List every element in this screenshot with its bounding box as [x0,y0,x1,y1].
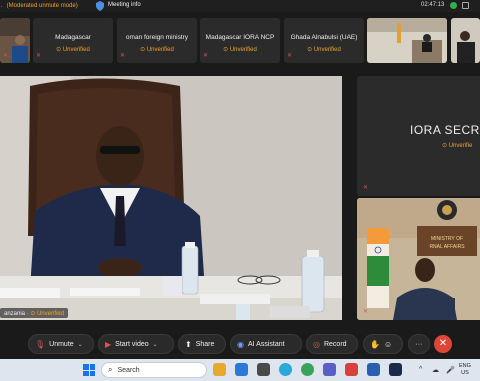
participant-status: ⊙ Unverified [140,47,174,53]
acrobat-icon[interactable] [345,363,358,376]
participant-strip: ✕ Madagascar ⊙ Unverified ✕ oman foreign… [0,14,480,64]
search-placeholder: Search [117,366,140,374]
participant-name: oman foreign ministry [125,34,189,41]
mic-muted-icon: ✕ [287,53,293,59]
windows-taskbar: ⌕ Search ^ ☁ 🎤 ENG US [0,359,480,381]
windows-start-icon[interactable] [83,364,95,376]
mic-muted-icon: ✕ [36,53,42,59]
input-language[interactable]: ENG US [459,363,471,377]
participant-tile-1[interactable]: Madagascar ⊙ Unverified ✕ [33,18,113,63]
meeting-info-link[interactable]: Meeting info [108,2,141,8]
mic-muted-icon: ✕ [203,53,209,59]
end-meeting-button[interactable]: ✕ [434,335,452,353]
record-label: Record [323,340,347,348]
participant-name: Madagascar [55,34,91,41]
participant-tile-video[interactable]: ✕ [0,18,30,63]
share-button[interactable]: ⬆ Share [178,334,226,354]
ai-assistant-label: AI Assistant [247,340,285,348]
participant-name: IORA SECRET [410,123,480,137]
participant-tile-2[interactable]: oman foreign ministry ⊙ Unverified ✕ [117,18,197,63]
cloud-icon[interactable]: ☁ [432,366,439,374]
mode-prefix: . [1,3,3,9]
participant-status: ⊙ Unverifie [442,143,473,149]
search-icon: ⌕ [108,365,113,374]
more-label: ··· [415,340,423,348]
mic-muted-icon: ✕ [363,185,369,191]
ai-assistant-icon: ◉ [237,339,244,349]
control-bar: 🎙 Unmute ⌄ ▶ Start video ⌄ ⬆ Share ◉ AI … [0,330,480,356]
meeting-app-icon[interactable] [389,363,402,376]
speaker-name-badge: anzania · ⊙ Unverified [0,308,69,318]
share-icon: ⬆ [185,339,192,349]
layout-icon[interactable] [462,2,469,9]
video-off-icon: ▶ [105,339,112,349]
moderated-mode-label: (Moderated unmute mode) [6,3,78,9]
participant-video-thumbnail [367,18,447,63]
mic-off-icon: 🎙 [35,339,46,349]
participant-video-thumbnail [451,18,480,63]
meeting-window: . (Moderated unmute mode) Meeting info 0… [0,0,480,381]
participant-status: ⊙ Unverified [307,47,341,53]
participant-tile-video-4[interactable]: MINISTRY OF RNAL AFFAIRS ✕ [357,198,480,320]
mic-muted-icon: ✕ [363,309,369,315]
share-label: Share [195,340,215,348]
record-button[interactable]: ◎ Record [306,334,358,354]
chevron-down-icon[interactable]: ⌄ [153,341,158,348]
start-video-label: Start video [115,340,149,348]
edge-icon[interactable] [279,363,292,376]
mic-tray-icon[interactable]: 🎤 [446,366,455,374]
participant-tile-video-3[interactable] [451,18,480,63]
participant-status: ⊙ Unverified [56,47,90,53]
speaker-status: ⊙ Unverified [30,311,65,317]
record-icon: ◎ [313,339,320,349]
top-bar: . (Moderated unmute mode) Meeting info 0… [0,0,480,12]
unmute-label: Unmute [49,340,74,348]
more-options-button[interactable]: ··· [408,334,430,354]
participant-tile-3[interactable]: Madagascar IORA NCP ⊙ Unverified ✕ [200,18,280,63]
shield-icon[interactable] [96,1,104,11]
unmute-button[interactable]: 🎙 Unmute ⌄ [28,334,94,354]
outlook-icon[interactable] [235,363,248,376]
region-code: US [461,370,469,376]
participant-status: ⊙ Unverified [223,47,257,53]
teams-icon[interactable] [323,363,336,376]
speaker-name: anzania [4,311,26,317]
mic-muted-icon: ✕ [120,53,126,59]
chrome-icon[interactable] [301,363,314,376]
mic-muted-icon: ✕ [3,53,9,59]
main-speaker-video[interactable]: anzania · ⊙ Unverified [0,76,342,320]
participant-tile-4[interactable]: Ghada Alnabulsi (UAE) ⊙ Unverified ✕ [284,18,364,63]
raise-hand-icon[interactable]: ✋ [370,340,380,349]
meeting-clock: 02:47:13 [421,2,445,8]
chevron-up-icon[interactable]: ^ [419,366,422,373]
store-icon[interactable] [257,363,270,376]
ai-assistant-button[interactable]: ◉ AI Assistant [230,334,302,354]
emoji-icon[interactable]: ☺ [384,340,392,349]
participant-name: Madagascar IORA NCP [205,34,275,41]
chevron-down-icon[interactable]: ⌄ [78,341,83,348]
svg-text:RNAL AFFAIRS: RNAL AFFAIRS [429,244,465,250]
word-icon[interactable] [367,363,380,376]
file-explorer-icon[interactable] [213,363,226,376]
svg-text:MINISTRY OF: MINISTRY OF [431,236,463,242]
participant-name: Ghada Alnabulsi (UAE) [290,34,358,41]
language-code: ENG [459,363,471,369]
connection-status-icon [450,2,457,9]
participant-tile-video-2[interactable] [367,18,447,63]
speaker-video-frame [0,76,342,320]
reactions-group[interactable]: ✋ ☺ [363,334,403,354]
taskbar-search[interactable]: ⌕ Search [101,362,207,378]
participant-tile-iora[interactable]: IORA SECRET ⊙ Unverifie ✕ [357,76,480,196]
start-video-button[interactable]: ▶ Start video ⌄ [98,334,174,354]
participant-video-thumbnail: MINISTRY OF RNAL AFFAIRS [357,198,480,320]
